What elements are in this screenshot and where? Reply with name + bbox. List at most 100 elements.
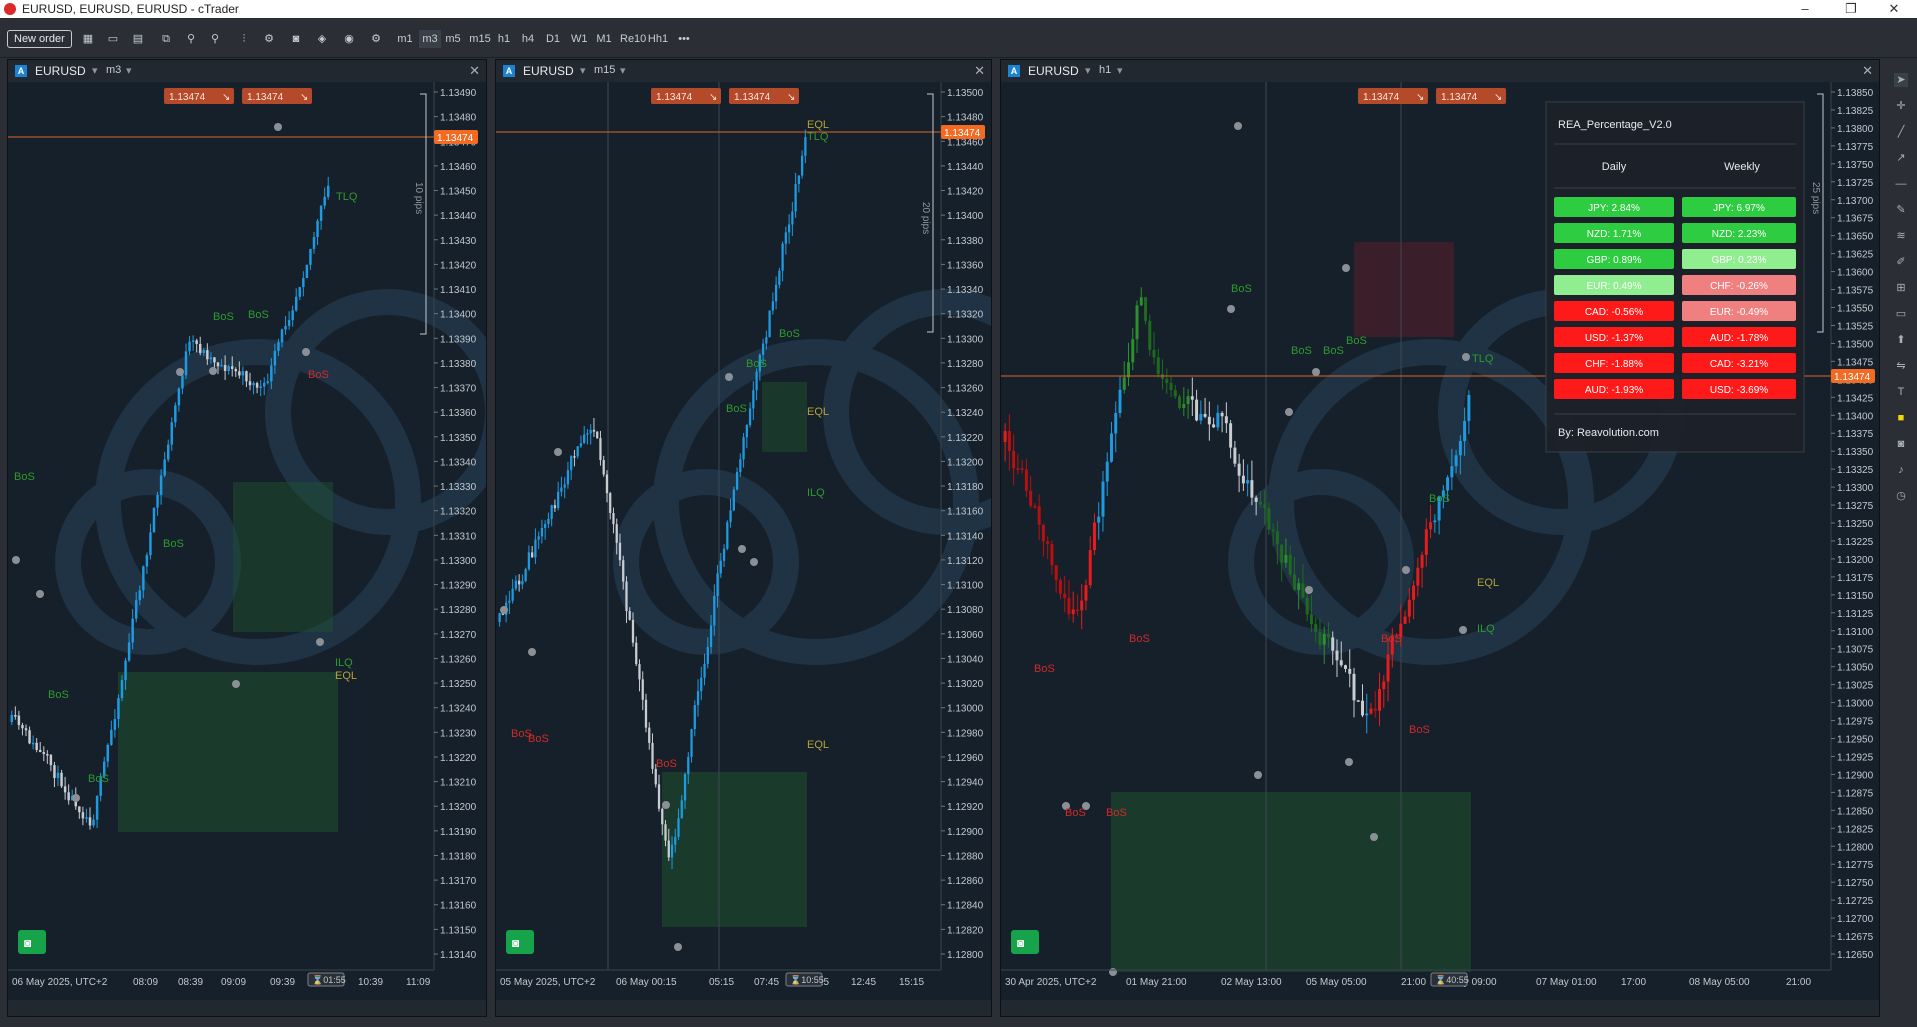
symbol-name[interactable]: EURUSD	[523, 64, 574, 78]
daily-percentage-label: EUR: 0.49%	[1586, 281, 1641, 292]
fibonacci-tool-icon[interactable]: ≋	[1894, 229, 1908, 243]
cbot-launcher-icon[interactable]	[506, 930, 534, 954]
annotation-bos: BoS	[1034, 663, 1055, 675]
chevron-down-icon[interactable]: ▾	[620, 64, 626, 77]
line-tool-icon[interactable]: ╱	[1894, 125, 1908, 139]
automate-icon[interactable]: ◙	[287, 30, 305, 48]
price-axis-label: 1.13260	[947, 384, 984, 395]
annotation-bos: BoS	[726, 403, 747, 415]
annotation-ilq: ILQ	[807, 487, 825, 499]
cbot-launcher-icon[interactable]	[18, 930, 46, 954]
symbol-name[interactable]: EURUSD	[1028, 64, 1079, 78]
tf-m3[interactable]: m3	[419, 30, 441, 48]
price-axis-label: 1.13075	[1837, 645, 1874, 656]
chart-scrollbar[interactable]	[8, 1000, 486, 1016]
candle-body	[1275, 531, 1279, 545]
timeframe-label[interactable]: h1	[1099, 64, 1111, 76]
pencil-tool-icon[interactable]: ✎	[1894, 203, 1908, 217]
chevron-down-icon[interactable]: ▾	[126, 64, 132, 77]
visibility-eye-icon[interactable]: ◉	[340, 30, 358, 48]
timeframe-label[interactable]: m3	[106, 64, 121, 76]
candle-body	[667, 840, 670, 858]
tf-m1[interactable]: m1	[397, 30, 413, 48]
chart-type-icon[interactable]: ⧉	[157, 30, 175, 48]
tf-hh1[interactable]: Hh1	[647, 30, 669, 48]
chart-scrollbar[interactable]	[1001, 1000, 1879, 1016]
layers-icon[interactable]: ◈	[313, 30, 331, 48]
candle-body	[174, 405, 177, 423]
minimize-icon[interactable]: –	[1782, 0, 1828, 18]
text-tool-icon[interactable]: T	[1894, 385, 1908, 399]
chevron-down-icon[interactable]: ▾	[1085, 64, 1091, 77]
color-picker-icon[interactable]: ■	[1894, 411, 1908, 425]
close-chart-icon[interactable]: ✕	[974, 63, 985, 79]
screenshot-tool-icon[interactable]: ◙	[1894, 437, 1908, 451]
price-axis-label: 1.13210	[440, 778, 477, 789]
swing-point	[36, 590, 44, 598]
chevron-down-icon[interactable]: ▾	[1117, 64, 1123, 77]
swing-point	[662, 801, 670, 809]
indicators-icon[interactable]: ⫶	[235, 30, 253, 48]
price-axis-label: 1.13000	[1837, 699, 1874, 710]
annotation-bos: BoS	[656, 758, 677, 770]
cbots-icon[interactable]: ⚙	[261, 30, 277, 48]
candle-body	[81, 812, 85, 819]
candle-body	[1029, 490, 1033, 507]
symbol-badge-icon[interactable]: A	[503, 65, 515, 77]
cursor-tool-icon[interactable]: ➤	[1894, 73, 1908, 87]
brush-tool-icon[interactable]: ✐	[1894, 255, 1908, 269]
arrow-tool-icon[interactable]: ⬆	[1894, 333, 1908, 347]
price-chart[interactable]: BoSBoS BoSBoSBoS BoSBoSBoS BoSBoSTLQEQLILQB…	[1001, 82, 1880, 1002]
multi-chart-icon[interactable]: ▤	[130, 30, 146, 48]
settings-icon[interactable]: ⚙	[367, 30, 385, 48]
close-chart-icon[interactable]: ✕	[469, 63, 480, 79]
price-axis-label: 1.12925	[1837, 752, 1874, 763]
crosshair-tool-icon[interactable]: ✛	[1894, 99, 1908, 113]
replay-tool-icon[interactable]: ◷	[1894, 489, 1908, 503]
tf-mo1[interactable]: M1	[596, 30, 612, 48]
swing-point	[1234, 122, 1242, 130]
zoom-out-icon[interactable]: ⚲	[183, 30, 199, 48]
chart-scrollbar[interactable]	[496, 1000, 991, 1016]
pattern-tool-icon[interactable]: ⊞	[1894, 281, 1908, 295]
symbol-badge-icon[interactable]: A	[15, 65, 27, 77]
symbol-badge-icon[interactable]: A	[1008, 65, 1020, 77]
tf-d1[interactable]: D1	[545, 30, 561, 48]
chevron-down-icon[interactable]: ▾	[92, 64, 98, 77]
trade-arrow-icon: ↘	[1494, 92, 1502, 103]
rectangle-tool-icon[interactable]: ▭	[1894, 307, 1908, 321]
candle-body	[255, 383, 259, 388]
zoom-in-icon[interactable]: ⚲	[207, 30, 223, 48]
horizontal-line-icon[interactable]: ―	[1894, 177, 1908, 191]
new-order-button[interactable]: New order	[7, 30, 72, 48]
price-chart[interactable]: EQLTLQBoSBoSBoS EQLILQBoSBoSBoSEQL1.13500…	[496, 82, 992, 1002]
tf-re10[interactable]: Re10	[620, 30, 646, 48]
candle-body	[700, 677, 703, 692]
layout-grid-icon[interactable]: ▦	[80, 30, 96, 48]
tf-h4[interactable]: h4	[520, 30, 536, 48]
cbot-launcher-icon[interactable]	[1011, 930, 1039, 954]
tf-m5[interactable]: m5	[445, 30, 461, 48]
more-options-icon[interactable]: •••	[673, 30, 695, 48]
tf-m15[interactable]: m15	[469, 30, 491, 48]
tf-h1[interactable]: h1	[496, 30, 512, 48]
timeframe-label[interactable]: m15	[594, 64, 615, 76]
single-chart-icon[interactable]: ▭	[105, 30, 121, 48]
chevron-down-icon[interactable]: ▾	[580, 64, 586, 77]
close-icon[interactable]: ✕	[1871, 0, 1917, 18]
candle-body	[739, 459, 742, 472]
restore-icon[interactable]: ❐	[1828, 0, 1874, 18]
price-axis-label: 1.13440	[947, 162, 984, 173]
candle-body	[696, 691, 700, 706]
swing-point	[500, 606, 508, 614]
trade-arrow-icon: ↘	[709, 92, 717, 103]
candle-body	[163, 459, 166, 476]
swing-point	[232, 680, 240, 688]
alert-bell-icon[interactable]: ♪	[1894, 463, 1908, 477]
symbol-name[interactable]: EURUSD	[35, 64, 86, 78]
tf-w1[interactable]: W1	[571, 30, 588, 48]
measure-tool-icon[interactable]: ⇋	[1894, 359, 1908, 373]
price-chart[interactable]: TLQ BoS BoS BoS BoS BoS BoS BoS ILQEQL 1.13490 1.1…	[8, 82, 487, 1002]
close-chart-icon[interactable]: ✕	[1862, 63, 1873, 79]
ray-tool-icon[interactable]: ↗	[1894, 151, 1908, 165]
